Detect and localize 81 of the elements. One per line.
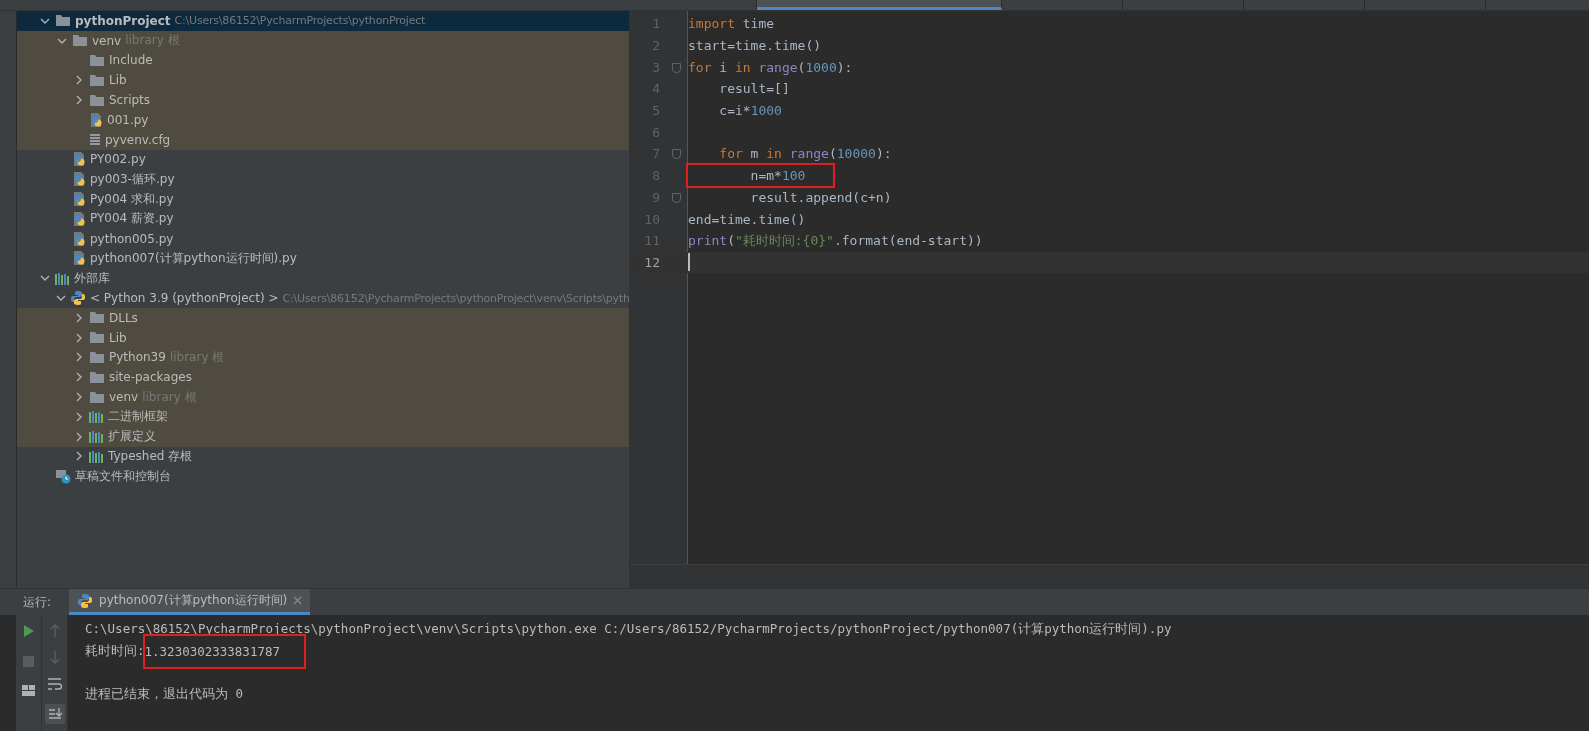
- code-line: result=[]: [718, 80, 790, 99]
- tree-item[interactable]: Py004 求和.py: [17, 189, 629, 209]
- line-number: 12: [643, 254, 661, 270]
- chevron-right-icon[interactable]: [74, 411, 84, 422]
- tree-item[interactable]: PY002.py: [17, 149, 629, 170]
- scratch-console-icon: [55, 468, 71, 485]
- code-line: n=m*100: [688, 165, 834, 187]
- folder-icon: [89, 331, 105, 345]
- run-tab[interactable]: python007(计算python运行时间): [69, 589, 311, 615]
- run-icon[interactable]: [22, 624, 35, 638]
- close-icon[interactable]: [293, 596, 303, 605]
- folder-icon: [89, 350, 105, 364]
- tree-item[interactable]: Scripts: [17, 90, 629, 110]
- chevron-right-icon[interactable]: [74, 352, 84, 363]
- soft-wrap-icon[interactable]: [47, 678, 62, 690]
- python-file-icon: [72, 151, 86, 168]
- chevron-right-icon[interactable]: [74, 431, 84, 442]
- chevron-right-icon[interactable]: [74, 95, 84, 106]
- chevron-right-icon[interactable]: [74, 332, 84, 343]
- folder-icon: [89, 73, 105, 87]
- tree-item[interactable]: Lib: [17, 327, 629, 348]
- folder-icon: [55, 14, 71, 28]
- path-text: C:\Users\86152\PycharmProjects\pythonProject: [174, 14, 426, 28]
- code-line: print("耗时时间:{0}".format(end-start)): [688, 231, 983, 250]
- editor-tab[interactable]: [757, 0, 1002, 10]
- path-text: C:\Users\86152\PycharmProjects\pythonProject\venv\Scripts\pyth: [282, 291, 629, 305]
- folder-icon: [89, 311, 105, 325]
- horizontal-scrollbar[interactable]: [630, 564, 1589, 588]
- python-file-icon: [72, 210, 86, 227]
- python-logo-icon: [77, 592, 94, 609]
- library-icon: [89, 430, 104, 444]
- tree-item[interactable]: pythonProject C:\Users\86152\PycharmProjects\pythonProject: [17, 11, 629, 31]
- tree-item[interactable]: python005.py: [17, 228, 629, 249]
- chevron-right-icon[interactable]: [74, 75, 84, 86]
- tree-item[interactable]: 001.py: [17, 110, 629, 130]
- python-file-icon: [72, 250, 86, 267]
- tree-item[interactable]: py003-循环.py: [17, 169, 629, 190]
- code-line: end=time.time(): [688, 210, 806, 229]
- python-file-icon: [72, 191, 86, 208]
- console-output: 进程已结束，退出代码为 0: [85, 686, 244, 704]
- chevron-right-icon[interactable]: [74, 312, 84, 323]
- code-line: c=i*1000: [718, 102, 782, 121]
- code-line: import time: [688, 15, 775, 34]
- tree-item[interactable]: < Python 3.9 (pythonProject) > C:\Users\86152\PycharmProjects\pythonProject\venv\Scripts\pyth: [17, 288, 629, 308]
- tree-item[interactable]: 外部库: [17, 268, 629, 289]
- folder-icon: [89, 370, 105, 384]
- code-line: for m in range(10000):: [718, 145, 892, 164]
- code-line: for i in range(1000):: [688, 58, 853, 77]
- library-icon: [89, 410, 104, 424]
- tree-item[interactable]: Typeshed 存根: [17, 446, 629, 467]
- python-logo-icon: [70, 290, 86, 307]
- folder-icon: [89, 93, 105, 107]
- library-icon: [89, 449, 104, 463]
- python-file-icon: [72, 171, 86, 188]
- chevron-right-icon[interactable]: [74, 451, 84, 462]
- folder-icon: [89, 390, 105, 404]
- folder-icon: [89, 54, 105, 67]
- tree-item[interactable]: site-packages: [17, 367, 629, 388]
- code-line: result.append(c+n): [749, 188, 892, 207]
- tree-item[interactable]: Lib: [17, 70, 629, 91]
- python-file-icon: [72, 230, 86, 247]
- python-file-icon: [89, 111, 103, 128]
- console-output: 耗时时间:: [85, 642, 145, 660]
- scroll-to-end-icon[interactable]: [44, 704, 65, 724]
- library-icon: [55, 271, 70, 285]
- run-label: 运行:: [23, 593, 52, 611]
- tree-item[interactable]: 二进制框架: [17, 406, 629, 427]
- chevron-right-icon[interactable]: [74, 392, 84, 403]
- tree-item[interactable]: Include: [17, 50, 629, 71]
- text-file-icon: [89, 133, 101, 146]
- tree-item[interactable]: DLLs: [17, 307, 629, 328]
- tree-item[interactable]: 草稿文件和控制台: [17, 466, 629, 487]
- tree-item[interactable]: pyvenv.cfg: [17, 129, 629, 150]
- folder-icon: [72, 34, 88, 48]
- layout-icon[interactable]: [22, 685, 35, 696]
- text-caret: [688, 253, 690, 272]
- tree-item[interactable]: python007(计算python运行时间).py: [17, 248, 629, 269]
- code-line: start=time.time(): [688, 37, 822, 56]
- chevron-right-icon[interactable]: [74, 372, 84, 383]
- tree-item[interactable]: PY004 薪资.py: [17, 208, 629, 229]
- tree-item[interactable]: 扩展定义: [17, 426, 629, 447]
